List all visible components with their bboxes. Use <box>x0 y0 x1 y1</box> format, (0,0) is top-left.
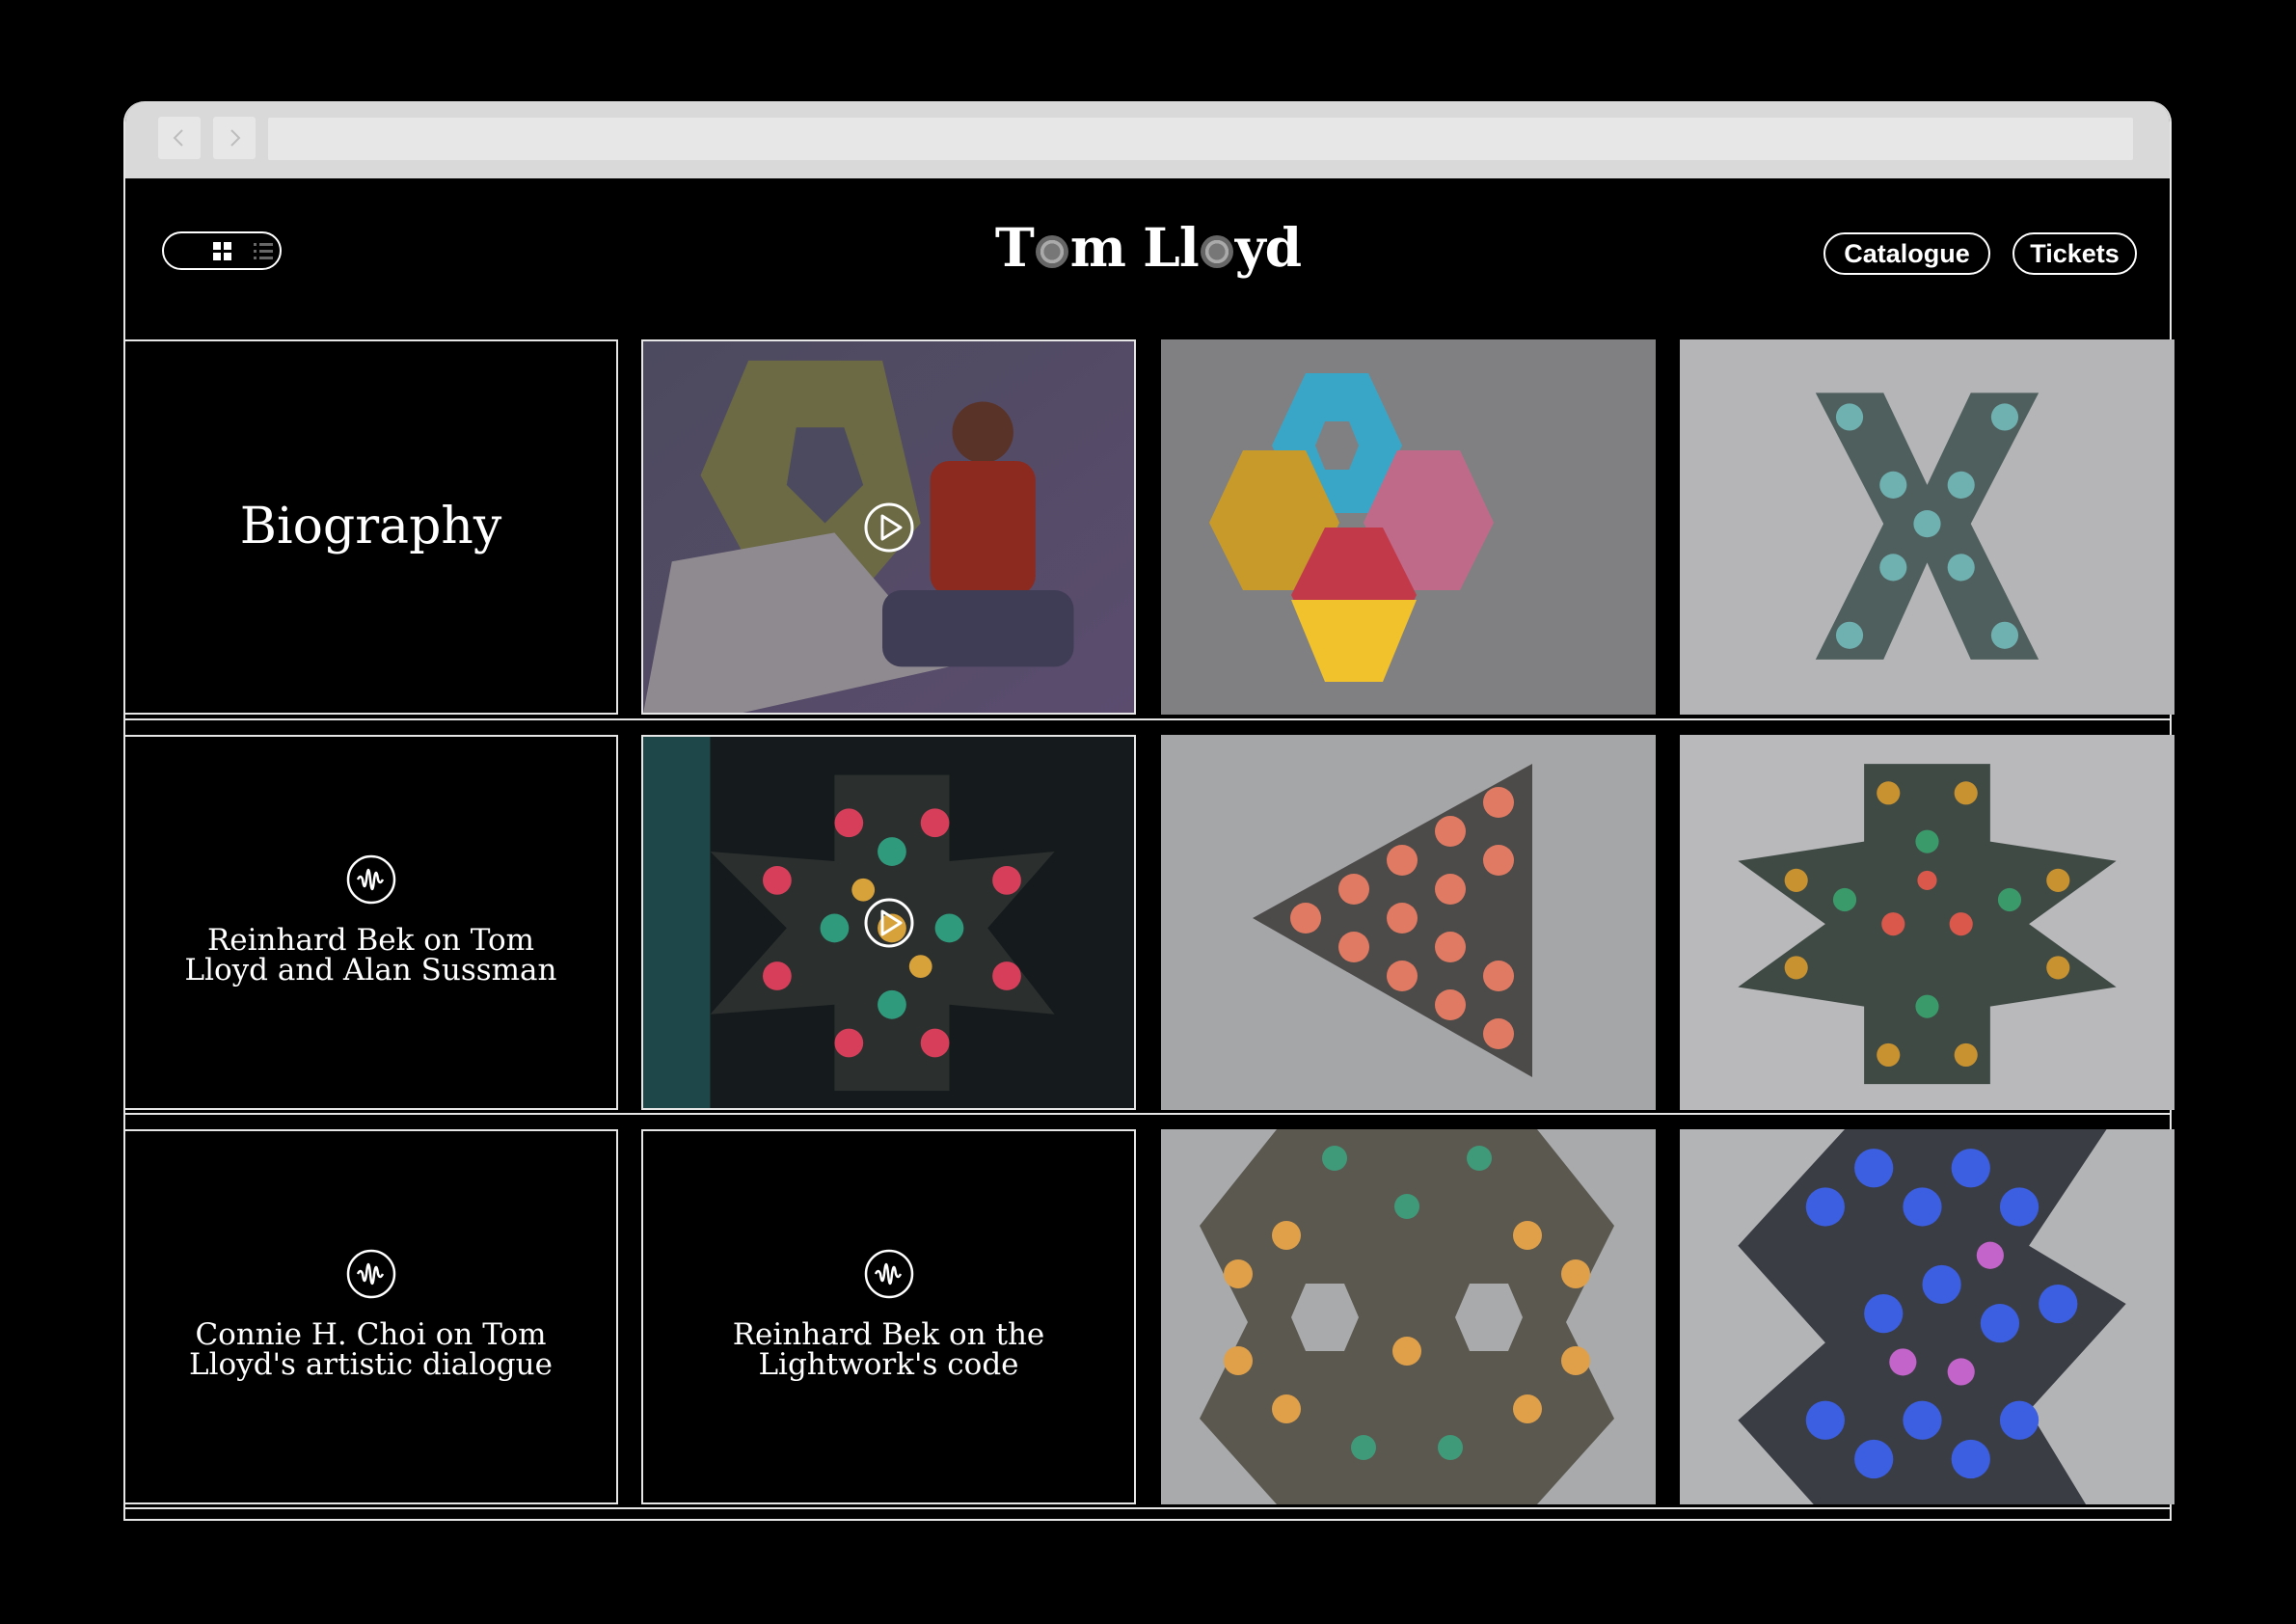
audio-tile[interactable]: Reinhard Bek on the Lightwork's code <box>641 1129 1136 1504</box>
chevron-left-icon <box>173 129 183 147</box>
logo-o-glyph <box>1200 235 1233 268</box>
logo-text-2: m Ll <box>1069 216 1200 279</box>
chevron-right-icon <box>230 129 241 147</box>
row-divider <box>123 1507 2172 1509</box>
video-tile[interactable] <box>641 735 1136 1110</box>
audio-tile[interactable]: Reinhard Bek on Tom Lloyd and Alan Sussm… <box>123 735 618 1110</box>
artwork-image <box>1680 1129 2174 1504</box>
artwork-tile[interactable] <box>1680 735 2174 1110</box>
catalogue-button[interactable]: Catalogue <box>1823 232 1990 275</box>
browser-toolbar <box>125 101 2170 178</box>
forward-button[interactable] <box>213 117 256 159</box>
audio-title: Reinhard Bek on Tom Lloyd and Alan Sussm… <box>184 923 557 988</box>
row-divider <box>123 718 2172 720</box>
address-bar[interactable] <box>268 118 2133 160</box>
artwork-tile[interactable] <box>1161 339 1656 715</box>
logo-text-1: T <box>994 216 1035 279</box>
tickets-button[interactable]: Tickets <box>2012 232 2137 275</box>
logo-text-3: yd <box>1234 216 1302 279</box>
artwork-tile[interactable] <box>1161 735 1656 1110</box>
artwork-image <box>1680 735 2174 1110</box>
artwork-tile[interactable] <box>1680 1129 2174 1504</box>
audio-title: Reinhard Bek on the Lightwork's code <box>732 1317 1045 1382</box>
artwork-image <box>1161 735 1656 1110</box>
row-divider <box>123 1113 2172 1115</box>
audio-wave-icon <box>346 1249 395 1299</box>
play-icon[interactable] <box>863 501 915 554</box>
audio-tile[interactable]: Connie H. Choi on Tom Lloyd's artistic d… <box>123 1129 618 1504</box>
biography-tile[interactable]: Biography <box>123 339 618 715</box>
video-tile[interactable] <box>641 339 1136 715</box>
artwork-image <box>1161 339 1656 715</box>
audio-title: Connie H. Choi on Tom Lloyd's artistic d… <box>189 1317 553 1382</box>
back-button[interactable] <box>158 117 201 159</box>
biography-title: Biography <box>239 498 502 555</box>
audio-wave-icon <box>346 854 395 905</box>
audio-wave-icon <box>864 1249 913 1299</box>
artwork-tile[interactable] <box>1680 339 2174 715</box>
artwork-tile[interactable] <box>1161 1129 1656 1504</box>
artwork-image <box>1161 1129 1656 1504</box>
logo-o-glyph <box>1035 235 1068 268</box>
artwork-image <box>1680 339 2174 715</box>
play-icon[interactable] <box>863 897 915 949</box>
